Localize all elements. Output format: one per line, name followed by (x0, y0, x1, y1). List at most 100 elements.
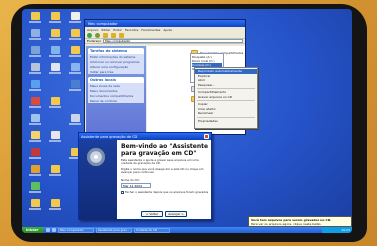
desktop: Meu computador Arquivo Editar Exibir Fav… (22, 9, 352, 233)
wizard-buttons: < Voltar Avançar > (141, 211, 187, 217)
close-wizard-checkbox[interactable] (121, 191, 124, 195)
back-icon[interactable] (87, 32, 92, 38)
menu-help[interactable]: Ajuda (163, 28, 172, 32)
desktop-icon-app-1[interactable] (28, 97, 42, 108)
desktop-icon-app-13[interactable] (68, 80, 82, 91)
desktop-icon-app-10[interactable] (48, 131, 62, 142)
desktop-icon-folder-e[interactable] (68, 29, 82, 40)
folder-icon (70, 29, 80, 37)
desktop-icon-recycle-bin[interactable] (28, 63, 42, 74)
start-button[interactable]: Iniciar (22, 227, 44, 233)
desktop-icon-doc-a[interactable] (68, 12, 82, 23)
app-icon (50, 63, 60, 71)
menu-separator (197, 88, 255, 89)
taskbar-button[interactable]: Assistente para grav... (96, 227, 132, 233)
cd-name-input[interactable]: Mar 12 2004 (121, 182, 151, 188)
up-folder-icon[interactable] (103, 32, 108, 38)
next-button[interactable]: Avançar > (165, 211, 187, 217)
menu-favorites[interactable]: Favoritos (125, 28, 139, 32)
system-tasks-box: Tarefas do sistema Exibir informações do… (88, 48, 144, 74)
desktop-icon-app-4[interactable] (28, 148, 42, 159)
cd-icon (87, 148, 105, 166)
menu-item-search[interactable]: Pesquisar... (195, 83, 257, 88)
menu-view[interactable]: Exibir (113, 28, 121, 32)
desktop-icon-network[interactable] (28, 46, 42, 57)
desktop-icon-folder-f[interactable] (68, 46, 82, 57)
task-link[interactable]: Adicionar ou remover programas (88, 59, 144, 64)
folder-icon (50, 12, 60, 20)
desktop-icon-app-12[interactable] (68, 63, 82, 74)
desktop-icon-folder-b[interactable] (48, 29, 62, 40)
app-icon (30, 148, 40, 156)
folder-icon (30, 12, 40, 20)
menu-separator (197, 100, 255, 101)
desktop-icon-folder-a[interactable] (48, 12, 62, 23)
place-link[interactable]: Painel de controle (88, 98, 144, 103)
app-icon (70, 63, 80, 71)
wizard-body: Bem-vindo ao "Assistente para gravação e… (121, 143, 209, 195)
quick-launch-icon[interactable] (52, 228, 56, 232)
app-icon (30, 131, 40, 139)
context-menu: Reproduzir automaticamente Explorar Abri… (194, 67, 258, 129)
quick-launch-icon[interactable] (46, 228, 50, 232)
network-icon (30, 46, 40, 54)
desktop-icon-app-9[interactable] (48, 63, 62, 74)
forward-icon[interactable] (95, 32, 100, 38)
menu-separator (197, 116, 255, 118)
menu-item-rename[interactable]: Renomear (195, 111, 257, 116)
desktop-icon-app-11[interactable] (48, 199, 62, 210)
menu-file[interactable]: Arquivo (87, 28, 98, 32)
app-icon (30, 97, 40, 105)
system-tray-clock[interactable]: 10:23 (322, 227, 352, 233)
document-icon (70, 12, 80, 20)
taskbar-button[interactable]: Unidade de CD (134, 227, 170, 233)
desktop-icon-app-7[interactable] (28, 199, 42, 210)
browser-icon (30, 80, 40, 88)
address-bar: Endereço Meu computador (85, 39, 245, 44)
desktop-icon-app-6[interactable] (28, 182, 42, 193)
desktop-icon-folder-c[interactable] (48, 97, 62, 108)
task-pane: Tarefas do sistema Exibir informações do… (86, 46, 146, 134)
address-label: Endereço (87, 39, 102, 43)
desktop-icon-my-documents[interactable] (28, 12, 42, 23)
desktop-icon-app-5[interactable] (28, 165, 42, 176)
folder-icon (70, 46, 80, 54)
folder-icon (50, 29, 60, 37)
app-icon (30, 182, 40, 190)
computer-icon (30, 29, 40, 37)
menu-item-burn[interactable]: Gravar arquivos no CD (195, 95, 257, 100)
wizard-heading: Bem-vindo ao "Assistente para gravação e… (121, 143, 209, 157)
back-button[interactable]: < Voltar (141, 211, 163, 217)
cd-writing-wizard[interactable]: Assistente para gravação de CD Bem-vindo… (78, 132, 212, 220)
notification-balloon[interactable]: Você tem arquivos para serem gravados no… (248, 216, 352, 227)
search-icon[interactable] (111, 32, 116, 38)
menu-tools[interactable]: Ferramentas (141, 28, 160, 32)
address-input[interactable]: Meu computador (103, 39, 243, 43)
balloon-text: Para ver os arquivos agora, clique neste… (251, 222, 322, 226)
desktop-icon-app-3[interactable] (28, 131, 42, 142)
close-wizard-label: Fechar o assistente depois que os arquiv… (125, 189, 209, 194)
folders-icon[interactable] (119, 32, 124, 38)
explorer-titlebar[interactable]: Meu computador (85, 20, 245, 27)
wizard-title: Assistente para gravação de CD (81, 134, 138, 139)
task-link[interactable]: Voltar para trás (88, 69, 144, 74)
menu-item-properties[interactable]: Propriedades (195, 119, 257, 124)
close-wizard-option[interactable]: Fechar o assistente depois que os arquiv… (121, 189, 209, 195)
menu-edit[interactable]: Editar (101, 28, 110, 32)
close-icon[interactable] (204, 134, 209, 139)
wizard-intro: Este assistente o ajuda a gravar seus ar… (121, 158, 199, 166)
desktop-icon-app-8[interactable] (48, 46, 62, 57)
desktop-icon-my-computer[interactable] (28, 29, 42, 40)
recycle-bin-icon (30, 63, 40, 71)
taskbar: Iniciar Meu computador Assistente para g… (22, 227, 352, 233)
desktop-icon-app-14[interactable] (68, 114, 82, 125)
desktop-icon-app-2[interactable] (28, 114, 42, 125)
desktop-icon-folder-d[interactable] (48, 165, 62, 176)
wizard-titlebar[interactable]: Assistente para gravação de CD (79, 133, 211, 140)
taskbar-button[interactable]: Meu computador (58, 227, 94, 233)
folder-icon (50, 199, 60, 207)
explorer-toolbar (85, 32, 245, 39)
desktop-icon-browser[interactable] (28, 80, 42, 91)
app-icon (70, 80, 80, 88)
other-places-box: Outros locais Meus locais de rede Meus d… (88, 77, 144, 103)
